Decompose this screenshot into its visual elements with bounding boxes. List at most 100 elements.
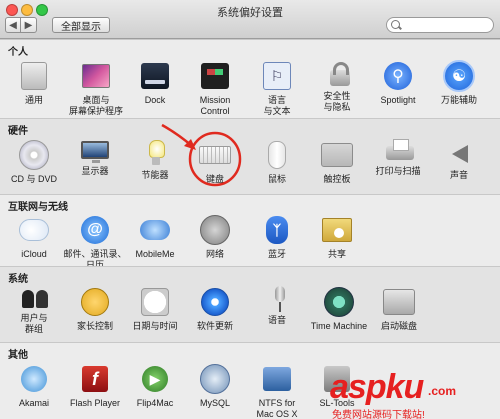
pref-flip4mac[interactable]: ▶ Flip4Mac — [124, 363, 186, 409]
speech-icon — [270, 286, 285, 312]
pref-label: MySQL — [199, 398, 230, 408]
pref-sharing[interactable]: 共享 — [306, 214, 368, 260]
icloud-icon — [18, 214, 50, 246]
pref-trackpad[interactable]: 触控板 — [306, 139, 368, 185]
pref-ntfs[interactable]: NTFS for Mac OS X — [246, 363, 308, 419]
pref-cd-dvd[interactable]: CD 与 DVD — [3, 139, 65, 185]
flip4mac-icon: ▶ — [139, 363, 171, 395]
pref-label: CD 与 DVD — [10, 174, 57, 184]
pref-dock[interactable]: Dock — [124, 60, 186, 106]
pref-software-update[interactable]: 软件更新 — [184, 286, 246, 332]
watermark: aspku .com 免费网站源码下载站! — [330, 368, 500, 419]
date-time-icon — [139, 286, 171, 318]
mission-control-icon — [199, 60, 231, 92]
pref-label: 软件更新 — [196, 321, 233, 331]
pref-flash-player[interactable]: f Flash Player — [64, 363, 126, 409]
pref-label: 万能辅助 — [440, 95, 477, 105]
pref-accessibility[interactable]: ☯ 万能辅助 — [428, 60, 490, 106]
section-personal: 个人 通用 桌面与 屏幕保护程序 Dock Mission Control ⚐ … — [0, 39, 500, 118]
pref-startup-disk[interactable]: 启动磁盘 — [368, 286, 430, 332]
time-machine-icon — [323, 286, 355, 318]
ntfs-icon — [261, 363, 293, 395]
pref-label: Flash Player — [69, 398, 121, 408]
pref-speech[interactable]: 语音 — [246, 286, 308, 326]
pref-label: Mission Control — [199, 95, 231, 116]
show-all-button[interactable]: 全部显示 — [52, 17, 110, 33]
mail-icon: @ — [79, 214, 111, 246]
pref-label: 共享 — [327, 249, 346, 259]
pref-mail-contacts[interactable]: @ 邮件、通讯录、 日历 — [58, 214, 132, 271]
pref-label: Akamai — [18, 398, 49, 408]
pref-label: Time Machine — [310, 321, 368, 331]
sound-icon — [446, 139, 472, 167]
section-title: 互联网与无线 — [8, 202, 68, 213]
watermark-domain: .com — [428, 384, 457, 398]
pref-label: 键盘 — [205, 174, 224, 184]
search-input[interactable] — [403, 19, 491, 33]
sharing-icon — [321, 214, 353, 246]
cd-icon — [18, 139, 50, 171]
section-title: 系统 — [8, 274, 28, 285]
pref-spotlight[interactable]: ⚲ Spotlight — [367, 60, 429, 106]
pref-mobileme[interactable]: MobileMe — [124, 214, 186, 260]
pref-label: Flip4Mac — [136, 398, 174, 408]
software-update-icon — [199, 286, 231, 318]
watermark-tagline: 免费网站源码下载站! — [332, 410, 425, 419]
pref-label: 网络 — [205, 249, 224, 259]
pref-parental-controls[interactable]: 家长控制 — [64, 286, 126, 332]
pref-time-machine[interactable]: Time Machine — [306, 286, 372, 332]
search-field[interactable] — [386, 17, 494, 33]
title-bar: 系统偏好设置 ◀ ▶ 全部显示 — [0, 0, 500, 39]
energy-saver-icon — [146, 139, 165, 167]
flash-icon: f — [79, 363, 111, 395]
pref-language[interactable]: ⚐ 语言 与文本 — [246, 60, 308, 117]
back-button[interactable]: ◀ — [5, 17, 21, 33]
section-internet-wireless: 互联网与无线 iCloud @ 邮件、通讯录、 日历 MobileMe 网络 ᛉ… — [0, 194, 500, 270]
pref-icloud[interactable]: iCloud — [3, 214, 65, 260]
pref-security[interactable]: 安全性 与隐私 — [306, 60, 368, 113]
startup-disk-icon — [383, 286, 415, 318]
section-system: 系统 用户与 群组 家长控制 日期与时间 软件更新 语音 Time Machin… — [0, 266, 500, 342]
network-icon — [199, 214, 231, 246]
mysql-icon — [199, 363, 231, 395]
pref-keyboard[interactable]: 键盘 — [184, 139, 246, 185]
pref-label: 显示器 — [81, 166, 109, 176]
pref-users-groups[interactable]: 用户与 群组 — [3, 286, 65, 335]
pref-mysql[interactable]: MySQL — [184, 363, 246, 409]
pref-label: 安全性 与隐私 — [323, 91, 351, 112]
users-icon — [20, 286, 48, 310]
pref-print-scan[interactable]: 打印与扫描 — [367, 139, 429, 177]
bluetooth-icon: ᛉ — [261, 214, 293, 246]
accessibility-icon: ☯ — [443, 60, 475, 92]
search-icon — [391, 20, 400, 29]
pref-network[interactable]: 网络 — [184, 214, 246, 260]
pref-desktop[interactable]: 桌面与 屏幕保护程序 — [61, 60, 131, 117]
trackpad-icon — [321, 139, 353, 171]
pref-energy-saver[interactable]: 节能器 — [124, 139, 186, 181]
section-title: 其他 — [8, 350, 28, 361]
pref-sound[interactable]: 声音 — [428, 139, 490, 181]
mouse-icon — [261, 139, 293, 171]
pref-label: MobileMe — [135, 249, 175, 259]
pref-bluetooth[interactable]: ᛉ 蓝牙 — [246, 214, 308, 260]
pref-label: Spotlight — [380, 95, 416, 105]
pref-label: 触控板 — [323, 174, 351, 184]
pref-label: 节能器 — [141, 170, 169, 180]
akamai-icon — [18, 363, 50, 395]
pref-mouse[interactable]: 鼠标 — [246, 139, 308, 185]
desktop-icon — [80, 60, 112, 92]
pref-label: 日期与时间 — [132, 321, 178, 331]
pref-label: 家长控制 — [76, 321, 113, 331]
mobileme-icon — [139, 214, 171, 246]
pref-label: 语音 — [267, 315, 286, 325]
forward-button[interactable]: ▶ — [21, 17, 37, 33]
pref-akamai[interactable]: Akamai — [3, 363, 65, 409]
pref-general[interactable]: 通用 — [3, 60, 65, 106]
pref-label: 蓝牙 — [267, 249, 286, 259]
section-title: 硬件 — [8, 126, 28, 137]
pref-label: 桌面与 屏幕保护程序 — [68, 95, 123, 116]
pref-date-time[interactable]: 日期与时间 — [124, 286, 186, 332]
pref-mission-control[interactable]: Mission Control — [184, 60, 246, 117]
pref-display[interactable]: 显示器 — [64, 139, 126, 177]
pref-label: 用户与 群组 — [20, 313, 48, 334]
